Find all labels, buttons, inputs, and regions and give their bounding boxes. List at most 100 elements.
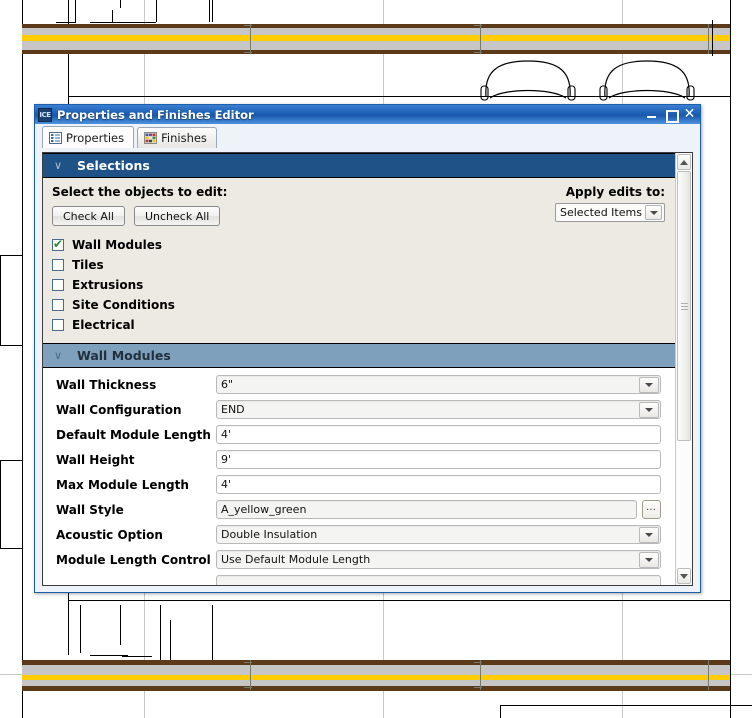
wall-assembly-bottom[interactable] bbox=[22, 660, 730, 691]
wall-assembly-top[interactable] bbox=[22, 24, 730, 54]
uncheck-all-button[interactable]: Uncheck All bbox=[133, 206, 221, 226]
wall-end-cap bbox=[712, 20, 713, 56]
scroll-down-button[interactable] bbox=[677, 568, 691, 584]
check-all-button[interactable]: Check All bbox=[52, 206, 125, 226]
room-outline bbox=[0, 255, 22, 256]
chevron-down-icon[interactable] bbox=[639, 401, 659, 418]
maximize-icon[interactable] bbox=[664, 108, 679, 123]
color-grid-icon bbox=[144, 132, 158, 144]
checkbox-label: Tiles bbox=[72, 258, 104, 272]
module-joint-cap bbox=[244, 662, 252, 663]
wall-modules-form: Wall Thickness 6" Wall Configuration END bbox=[43, 368, 675, 585]
checkbox-wall-modules[interactable] bbox=[52, 237, 64, 251]
checkbox-electrical[interactable] bbox=[52, 319, 64, 331]
field-value: A_yellow_green bbox=[221, 503, 307, 516]
chevron-down-icon[interactable] bbox=[639, 376, 659, 393]
room-outline bbox=[730, 0, 731, 718]
section-header-selections[interactable]: ∨ Selections bbox=[43, 153, 675, 178]
module-joint-cap bbox=[244, 25, 252, 26]
field-row-max-module-length: Max Module Length 4' bbox=[43, 472, 675, 497]
module-joint bbox=[250, 660, 251, 690]
minimize-icon[interactable] bbox=[645, 108, 658, 121]
field-label: Wall Configuration bbox=[56, 402, 182, 417]
field-value: 4' bbox=[221, 478, 232, 491]
dialog-title-bar[interactable]: ICE Properties and Finishes Editor ✕ bbox=[35, 105, 700, 124]
wall-style-browse-button[interactable]: … bbox=[642, 500, 661, 519]
module-joint-cap bbox=[474, 662, 482, 663]
wall-height-input[interactable]: 9' bbox=[216, 450, 661, 469]
partition-mark bbox=[120, 605, 121, 645]
chair-symbol[interactable] bbox=[597, 57, 697, 101]
chevron-down-icon[interactable]: ∨ bbox=[43, 349, 73, 362]
partition-mark bbox=[156, 0, 157, 22]
module-joint-cap bbox=[474, 52, 482, 53]
field-row-wall-style: Wall Style A_yellow_green … bbox=[43, 497, 675, 522]
checkbox-tiles[interactable] bbox=[52, 259, 64, 271]
grip-icon bbox=[680, 301, 688, 312]
checkbox-row-extrusions[interactable]: Extrusions bbox=[52, 275, 665, 295]
field-row-default-module-length: Default Module Length 4' bbox=[43, 422, 675, 447]
scroll-up-button[interactable] bbox=[677, 154, 691, 170]
field-value: Use Default Module Length bbox=[221, 553, 371, 566]
wall-finish-layer bbox=[22, 50, 730, 54]
section-title-selections: Selections bbox=[77, 158, 150, 173]
checkbox-row-site-conditions[interactable]: Site Conditions bbox=[52, 295, 665, 315]
chevron-down-icon[interactable] bbox=[639, 526, 659, 543]
module-length-control-select[interactable]: Use Default Module Length bbox=[216, 550, 661, 569]
partition-mark bbox=[112, 10, 113, 22]
room-outline bbox=[730, 660, 731, 718]
next-field-partial[interactable] bbox=[216, 575, 661, 585]
field-row-wall-configuration: Wall Configuration END bbox=[43, 397, 675, 422]
acoustic-option-select[interactable]: Double Insulation bbox=[216, 525, 661, 544]
module-joint bbox=[250, 24, 251, 54]
chevron-down-icon[interactable] bbox=[639, 551, 659, 568]
room-outline bbox=[500, 705, 501, 718]
room-outline bbox=[0, 460, 22, 461]
checkbox-row-electrical[interactable]: Electrical bbox=[52, 315, 665, 335]
checkbox-label: Wall Modules bbox=[72, 238, 163, 252]
apply-edits-select[interactable]: Selected Items bbox=[555, 203, 665, 222]
module-joint bbox=[708, 24, 709, 54]
module-joint-cap bbox=[244, 52, 252, 53]
wall-style-input[interactable]: A_yellow_green bbox=[216, 500, 637, 519]
scrollable-properties-area[interactable]: ∨ Selections Select the objects to edit:… bbox=[43, 153, 675, 585]
chevron-down-icon[interactable] bbox=[645, 205, 662, 220]
checkbox-row-tiles[interactable]: Tiles bbox=[52, 255, 665, 275]
field-label: Wall Style bbox=[56, 502, 124, 517]
scrollbar-thumb[interactable] bbox=[677, 171, 691, 441]
wall-thickness-select[interactable]: 6" bbox=[216, 375, 661, 394]
room-outline bbox=[500, 705, 752, 706]
partition-mark bbox=[212, 605, 213, 665]
list-icon bbox=[49, 131, 62, 144]
tab-finishes[interactable]: Finishes bbox=[137, 127, 217, 148]
default-module-length-input[interactable]: 4' bbox=[216, 425, 661, 444]
field-row-wall-height: Wall Height 9' bbox=[43, 447, 675, 472]
dialog-content-frame: ∨ Selections Select the objects to edit:… bbox=[42, 152, 693, 586]
section-header-wall-modules[interactable]: ∨ Wall Modules bbox=[43, 343, 675, 368]
tab-properties[interactable]: Properties bbox=[42, 126, 135, 148]
room-outline bbox=[0, 548, 22, 549]
section-title-wall-modules: Wall Modules bbox=[77, 348, 171, 363]
field-value: 4' bbox=[221, 428, 232, 441]
chair-symbol[interactable] bbox=[478, 57, 578, 101]
tab-finishes-label: Finishes bbox=[161, 131, 207, 145]
checkbox-label: Site Conditions bbox=[72, 298, 175, 312]
close-icon[interactable]: ✕ bbox=[683, 107, 696, 121]
module-joint bbox=[708, 660, 709, 690]
room-outline bbox=[0, 255, 1, 345]
dialog-title: Properties and Finishes Editor bbox=[57, 107, 254, 122]
checkbox-extrusions[interactable] bbox=[52, 279, 64, 291]
room-outline bbox=[0, 345, 22, 346]
room-outline bbox=[0, 460, 1, 548]
scrollbar-track[interactable] bbox=[677, 171, 691, 567]
partition-mark bbox=[212, 0, 213, 22]
vertical-scrollbar[interactable] bbox=[675, 153, 692, 585]
wall-core-layer bbox=[22, 28, 730, 35]
chevron-down-icon[interactable]: ∨ bbox=[43, 159, 73, 172]
module-joint-cap bbox=[244, 687, 252, 688]
checkbox-site-conditions[interactable] bbox=[52, 299, 64, 311]
properties-finishes-editor-dialog[interactable]: ICE Properties and Finishes Editor ✕ Pro… bbox=[34, 104, 701, 593]
wall-configuration-select[interactable]: END bbox=[216, 400, 661, 419]
checkbox-row-wall-modules[interactable]: Wall Modules bbox=[52, 235, 665, 255]
max-module-length-input[interactable]: 4' bbox=[216, 475, 661, 494]
